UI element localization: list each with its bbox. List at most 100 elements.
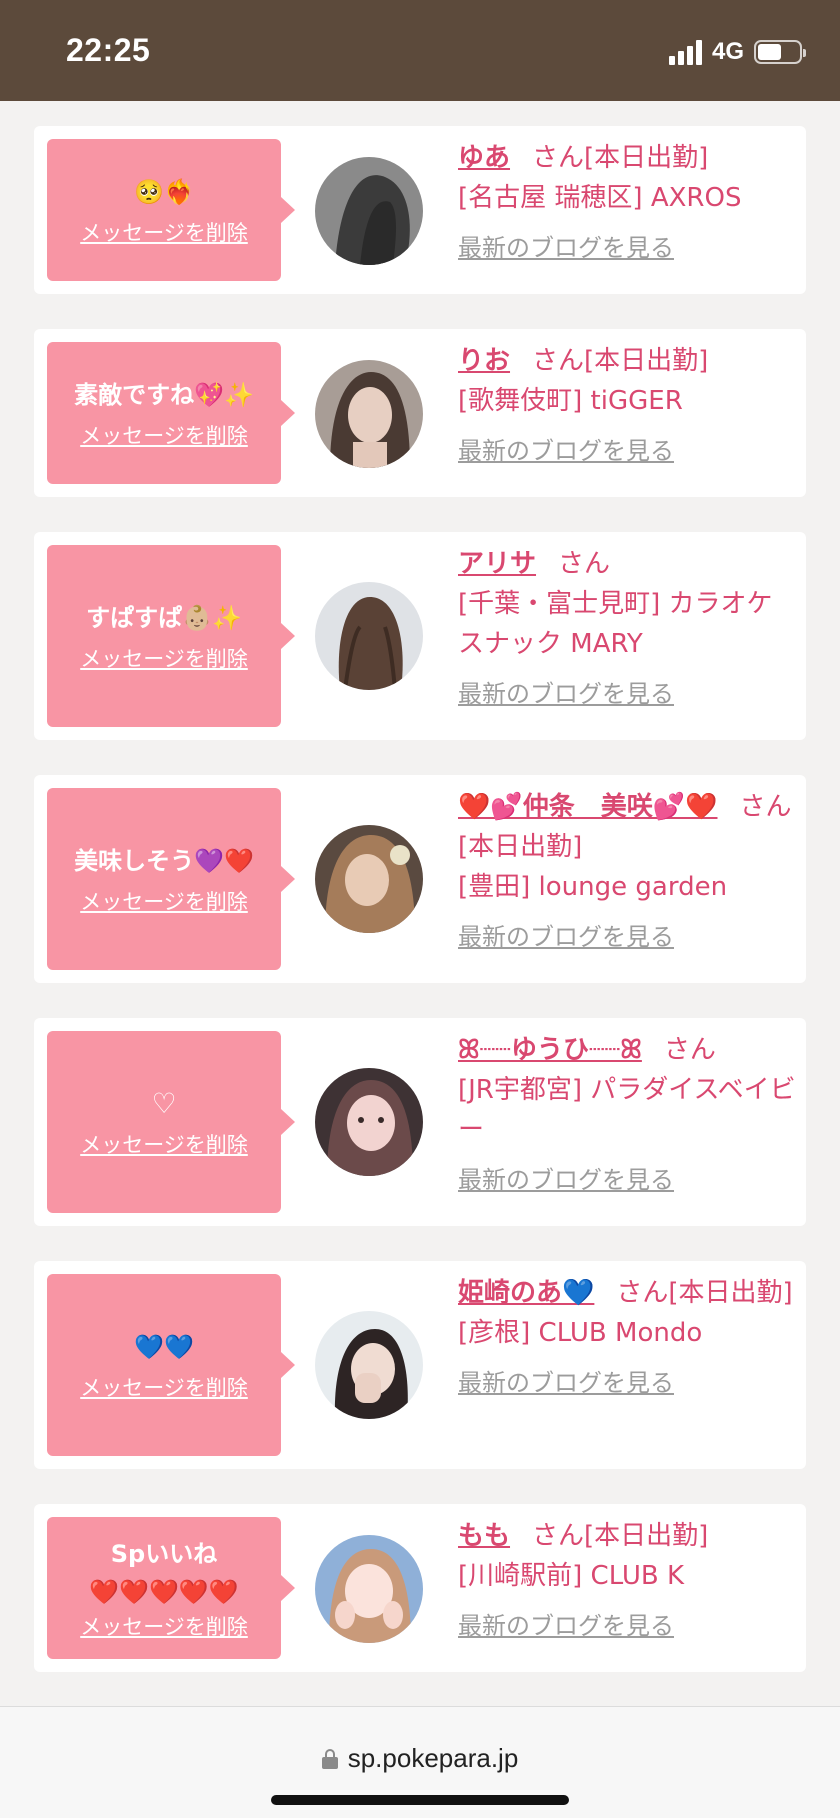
browser-bottom-bar: sp.pokepara.jp [0,1706,840,1818]
cast-info: ꕤ┈┈ゆうひ┈┈ꕤ さん [JR宇都宮] パラダイスベイビー 最新のブログを見る [458,1030,796,1200]
honorific: さん [558,549,611,579]
delete-message-link[interactable]: メッセージを削除 [80,643,248,673]
message-bubble: すぱすぱ👶🏼✨ メッセージを削除 [47,545,295,727]
avatar-image [315,825,423,933]
message-card: すぱすぱ👶🏼✨ メッセージを削除 アリサ さん [千葉・富士見町] カラオケスナッ… [34,532,806,740]
latest-blog-link[interactable]: 最新のブログを見る [458,674,674,714]
avatar-image [315,360,423,468]
cast-name-row: ゆあ さん[本日出勤] [458,138,796,178]
attendance-status: [本日出勤] [458,832,583,862]
honorific: さん [532,346,585,376]
message-card: 素敵ですね💖✨ メッセージを削除 りお さん[本日出勤] [歌舞伎町] tiGGE… [34,329,806,497]
avatar-image [315,1311,423,1419]
delete-message-link[interactable]: メッセージを削除 [80,1129,248,1159]
address-bar[interactable]: sp.pokepara.jp [0,1743,840,1774]
message-card: ♡ メッセージを削除 ꕤ┈┈ゆうひ┈┈ꕤ さん [JR宇都宮] パラダイスベイビー… [34,1018,806,1226]
cast-info: アリサ さん [千葉・富士見町] カラオケスナック MARY 最新のブログを見る [458,544,796,714]
cast-name-row: もも さん[本日出勤] [458,1516,796,1556]
cast-name-row: ❤️💕仲条 美咲💕❤️ さん [本日出勤] [458,787,796,867]
shop-name: [JR宇都宮] パラダイスベイビー [458,1075,796,1145]
message-card: Spいいね ❤️❤️❤️❤️❤️ メッセージを削除 もも さん[本日出勤] [川崎… [34,1504,806,1672]
honorific: さん [616,1278,669,1308]
shop-name: [川崎駅前] CLUB K [458,1561,685,1591]
message-bubble: ♡ メッセージを削除 [47,1031,295,1213]
shop-name: [千葉・富士見町] カラオケスナック MARY [458,589,773,659]
avatar-image [315,582,423,690]
honorific: さん [739,792,792,822]
cast-name-row: ꕤ┈┈ゆうひ┈┈ꕤ さん [458,1030,796,1070]
avatar[interactable] [315,360,423,468]
delete-message-link[interactable]: メッセージを削除 [80,1372,248,1402]
status-bar: 22:25 4G [0,0,840,101]
message-bubble: Spいいね ❤️❤️❤️❤️❤️ メッセージを削除 [47,1517,295,1659]
avatar[interactable] [315,157,423,265]
cast-name-row: アリサ さん [458,544,796,584]
latest-blog-link[interactable]: 最新のブログを見る [458,431,674,471]
cast-name-link[interactable]: アリサ [458,549,536,579]
message-text: Spいいね ❤️❤️❤️❤️❤️ [89,1540,239,1606]
cast-name-row: りお さん[本日出勤] [458,341,796,381]
attendance-status: [本日出勤] [584,143,709,173]
delete-message-link[interactable]: メッセージを削除 [80,886,248,916]
attendance-status: [本日出勤] [668,1278,793,1308]
avatar[interactable] [315,1535,423,1643]
honorific: さん [663,1035,716,1065]
avatar[interactable] [315,1311,423,1419]
cast-name-link[interactable]: 姫崎のあ💙 [458,1278,594,1308]
message-card: 🥺❤️‍🔥 メッセージを削除 ゆあ さん[本日出勤] [名古屋 瑞穂区] AXRO… [34,126,806,294]
battery-icon [754,40,806,64]
latest-blog-link[interactable]: 最新のブログを見る [458,1606,674,1646]
cast-name-link[interactable]: ゆあ [458,143,510,173]
cast-name-row: 姫崎のあ💙 さん[本日出勤] [458,1273,796,1313]
cast-info: 姫崎のあ💙 さん[本日出勤] [彦根] CLUB Mondo 最新のブログを見る [458,1273,796,1403]
message-text: ♡ [151,1087,177,1120]
message-bubble: 素敵ですね💖✨ メッセージを削除 [47,342,295,484]
cast-name-link[interactable]: ❤️💕仲条 美咲💕❤️ [458,792,718,822]
cast-info: りお さん[本日出勤] [歌舞伎町] tiGGER 最新のブログを見る [458,341,796,471]
home-indicator[interactable] [271,1795,569,1805]
cast-name-link[interactable]: りお [458,346,510,376]
latest-blog-link[interactable]: 最新のブログを見る [458,228,674,268]
message-text: 🥺❤️‍🔥 [134,178,194,206]
status-time: 22:25 [66,32,151,68]
cast-info: もも さん[本日出勤] [川崎駅前] CLUB K 最新のブログを見る [458,1516,796,1646]
shop-name: [豊田] lounge garden [458,872,728,902]
message-text: 💙💙 [134,1333,194,1361]
delete-message-link[interactable]: メッセージを削除 [80,420,248,450]
message-bubble: 🥺❤️‍🔥 メッセージを削除 [47,139,295,281]
message-card: 💙💙 メッセージを削除 姫崎のあ💙 さん[本日出勤] [彦根] CLUB Mond… [34,1261,806,1469]
cast-info: ❤️💕仲条 美咲💕❤️ さん [本日出勤] [豊田] lounge garden 最… [458,787,796,957]
avatar[interactable] [315,1068,423,1176]
message-bubble: 美味しそう💜❤️ メッセージを削除 [47,788,295,970]
url-text: sp.pokepara.jp [347,1743,519,1773]
message-card: 美味しそう💜❤️ メッセージを削除 ❤️💕仲条 美咲💕❤️ さん [本日出勤] [豊… [34,775,806,983]
cast-name-link[interactable]: ꕤ┈┈ゆうひ┈┈ꕤ [458,1035,642,1065]
honorific: さん [532,1521,585,1551]
attendance-status: [本日出勤] [584,346,709,376]
latest-blog-link[interactable]: 最新のブログを見る [458,1363,674,1403]
message-text: すぱすぱ👶🏼✨ [86,604,242,632]
avatar[interactable] [315,582,423,690]
shop-name: [名古屋 瑞穂区] AXROS [458,183,742,213]
message-bubble: 💙💙 メッセージを削除 [47,1274,295,1456]
delete-message-link[interactable]: メッセージを削除 [80,1611,248,1641]
latest-blog-link[interactable]: 最新のブログを見る [458,1160,674,1200]
avatar-image [315,1068,423,1176]
cast-name-link[interactable]: もも [458,1521,510,1551]
lock-icon [321,1748,338,1769]
cast-info: ゆあ さん[本日出勤] [名古屋 瑞穂区] AXROS 最新のブログを見る [458,138,796,268]
avatar-image [315,1535,423,1643]
honorific: さん [532,143,585,173]
shop-name: [彦根] CLUB Mondo [458,1318,703,1348]
shop-name: [歌舞伎町] tiGGER [458,386,683,416]
latest-blog-link[interactable]: 最新のブログを見る [458,917,674,957]
message-text: 素敵ですね💖✨ [74,381,254,409]
avatar-image [315,157,423,265]
delete-message-link[interactable]: メッセージを削除 [80,217,248,247]
status-indicators: 4G [668,38,806,66]
cellular-signal-icon [668,39,702,65]
attendance-status: [本日出勤] [584,1521,709,1551]
network-type: 4G [711,38,744,65]
message-text: 美味しそう💜❤️ [74,847,254,875]
avatar[interactable] [315,825,423,933]
